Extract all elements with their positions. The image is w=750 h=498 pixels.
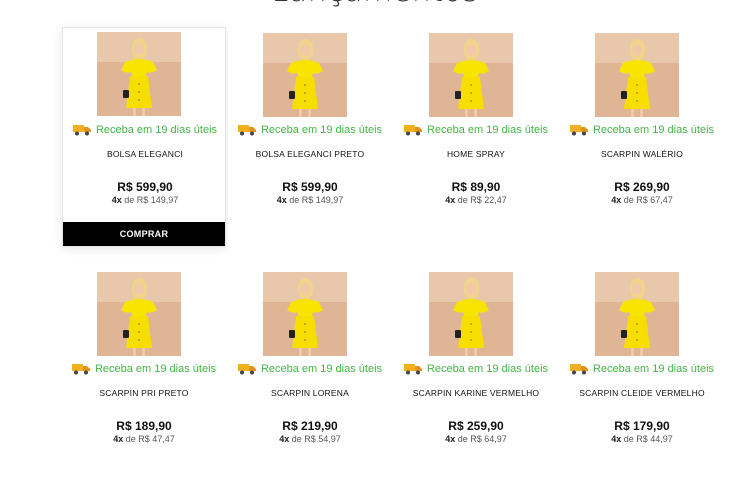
installments-value: de R$ 149,97 [124, 195, 179, 205]
product-card[interactable]: Receba em 19 dias úteis BOLSA ELEGANCI P… [228, 28, 392, 246]
product-card[interactable]: Receba em 19 dias úteis SCARPIN WALÉRIO … [560, 28, 724, 246]
product-name[interactable]: HOME SPRAY [394, 149, 558, 159]
installments-count: 4x [111, 195, 122, 205]
product-price: R$ 189,90 [116, 419, 172, 433]
product-price: R$ 89,90 [451, 180, 501, 194]
delivery-truck-icon [569, 124, 588, 136]
installments-value: de R$ 64,97 [457, 434, 507, 444]
installments-value: de R$ 47,47 [125, 434, 175, 444]
shipping-label: Receba em 19 dias úteis [592, 124, 715, 136]
product-image[interactable] [429, 33, 513, 117]
product-image[interactable] [263, 272, 347, 356]
shipping-label: Receba em 19 dias úteis [260, 363, 383, 375]
shipping-info: Receba em 19 dias úteis [228, 361, 392, 377]
product-image[interactable] [595, 272, 679, 356]
shipping-info: Receba em 19 dias úteis [394, 361, 558, 377]
product-name[interactable]: SCARPIN PRI PRETO [62, 388, 226, 398]
installments-count: 4x [113, 434, 124, 444]
installments-count: 4x [276, 195, 287, 205]
shipping-info: Receba em 19 dias úteis [394, 122, 558, 138]
product-price: R$ 259,90 [448, 419, 504, 433]
delivery-truck-icon [71, 363, 90, 375]
installments: 4x de R$ 149,97 [228, 195, 392, 205]
shipping-label: Receba em 19 dias úteis [592, 363, 715, 375]
installments: 4x de R$ 44,97 [560, 434, 724, 444]
installments-value: de R$ 149,97 [289, 195, 344, 205]
delivery-truck-icon [237, 124, 256, 136]
product-name[interactable]: BOLSA ELEGANCI [63, 149, 227, 159]
product-grid: Receba em 19 dias úteis BOLSA ELEGANCI R… [0, 0, 750, 498]
product-price: R$ 599,90 [117, 180, 173, 194]
shipping-label: Receba em 19 dias úteis [426, 363, 549, 375]
product-image[interactable] [97, 272, 181, 356]
product-card[interactable]: Receba em 19 dias úteis HOME SPRAY R$ 89… [394, 28, 558, 246]
installments-count: 4x [279, 434, 290, 444]
product-card[interactable]: Receba em 19 dias úteis SCARPIN KARINE V… [394, 267, 558, 485]
installments-count: 4x [611, 434, 622, 444]
product-image[interactable] [97, 32, 181, 116]
shipping-info: Receba em 19 dias úteis [62, 361, 226, 377]
product-name[interactable]: SCARPIN CLEIDE VERMELHO [560, 388, 724, 398]
installments: 4x de R$ 64,97 [394, 434, 558, 444]
installments: 4x de R$ 54,97 [228, 434, 392, 444]
product-card[interactable]: Receba em 19 dias úteis SCARPIN PRI PRET… [62, 267, 226, 485]
shipping-label: Receba em 19 dias úteis [95, 124, 218, 136]
product-name[interactable]: BOLSA ELEGANCI PRETO [228, 149, 392, 159]
shipping-label: Receba em 19 dias úteis [260, 124, 383, 136]
installments-count: 4x [611, 195, 622, 205]
product-price: R$ 269,90 [614, 180, 670, 194]
product-price: R$ 219,90 [282, 419, 338, 433]
installments-value: de R$ 54,97 [291, 434, 341, 444]
buy-button[interactable]: COMPRAR [63, 222, 225, 246]
delivery-truck-icon [403, 363, 422, 375]
product-image[interactable] [595, 33, 679, 117]
delivery-truck-icon [403, 124, 422, 136]
installments: 4x de R$ 149,97 [63, 195, 227, 205]
product-image[interactable] [429, 272, 513, 356]
shipping-info: Receba em 19 dias úteis [560, 361, 724, 377]
product-price: R$ 179,90 [614, 419, 670, 433]
product-name[interactable]: SCARPIN WALÉRIO [560, 149, 724, 159]
delivery-truck-icon [72, 124, 91, 136]
installments: 4x de R$ 47,47 [62, 434, 226, 444]
product-image[interactable] [263, 33, 347, 117]
product-price: R$ 599,90 [282, 180, 338, 194]
product-name[interactable]: SCARPIN KARINE VERMELHO [394, 388, 558, 398]
installments-value: de R$ 22,47 [457, 195, 507, 205]
shipping-label: Receba em 19 dias úteis [94, 363, 217, 375]
shipping-info: Receba em 19 dias úteis [228, 122, 392, 138]
shipping-info: Receba em 19 dias úteis [63, 122, 227, 138]
shipping-info: Receba em 19 dias úteis [560, 122, 724, 138]
installments-value: de R$ 44,97 [623, 434, 673, 444]
product-name[interactable]: SCARPIN LORENA [228, 388, 392, 398]
installments: 4x de R$ 22,47 [394, 195, 558, 205]
installments-value: de R$ 67,47 [623, 195, 673, 205]
installments-count: 4x [445, 195, 456, 205]
product-card[interactable]: Receba em 19 dias úteis BOLSA ELEGANCI R… [62, 27, 226, 247]
product-card[interactable]: Receba em 19 dias úteis SCARPIN LORENA R… [228, 267, 392, 485]
delivery-truck-icon [237, 363, 256, 375]
shipping-label: Receba em 19 dias úteis [426, 124, 549, 136]
installments-count: 4x [445, 434, 456, 444]
delivery-truck-icon [569, 363, 588, 375]
installments: 4x de R$ 67,47 [560, 195, 724, 205]
product-card[interactable]: Receba em 19 dias úteis SCARPIN CLEIDE V… [560, 267, 724, 485]
